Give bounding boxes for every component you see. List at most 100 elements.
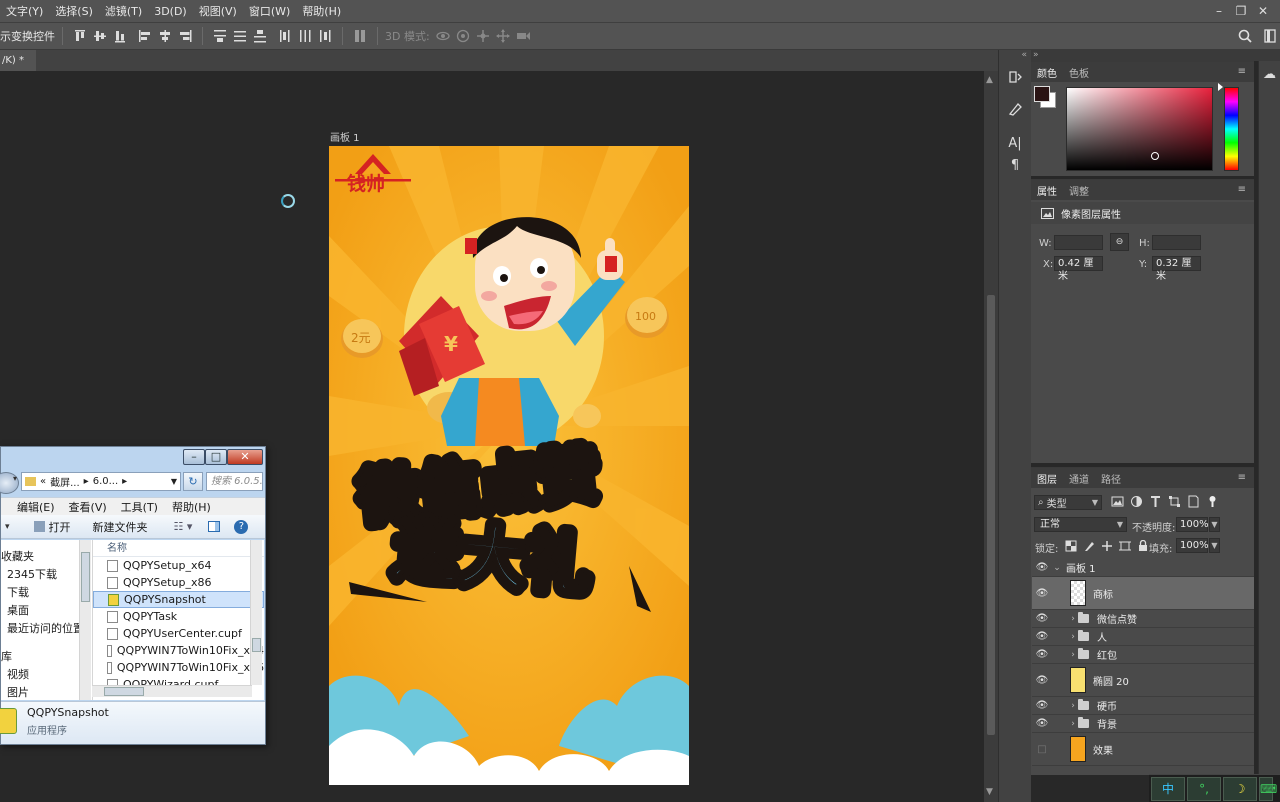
layer-filter-select[interactable]: ⌕ 类型 ▼ bbox=[1034, 495, 1102, 510]
tree-scrollbar-thumb[interactable] bbox=[81, 552, 90, 602]
visibility-eye-icon[interactable]: 👁 bbox=[1032, 700, 1052, 711]
file-list-scrollbar[interactable] bbox=[250, 540, 262, 685]
filter-shape-icon[interactable] bbox=[1168, 495, 1181, 508]
address-bar[interactable]: « 截屏... ▸ 6.0... ▸ ▼ bbox=[21, 472, 181, 491]
close-button[interactable]: ✕ bbox=[1252, 2, 1274, 20]
ime-halfwidth-toggle[interactable]: ☽ bbox=[1223, 776, 1257, 801]
restore-button[interactable]: ❐ bbox=[1230, 2, 1252, 20]
align-hcenter-icon[interactable] bbox=[156, 27, 174, 45]
align-left-icon[interactable] bbox=[136, 27, 154, 45]
opacity-dropdown-icon[interactable]: ▼ bbox=[1209, 517, 1220, 532]
fill-dropdown-icon[interactable]: ▼ bbox=[1209, 538, 1220, 553]
filter-smart-object-icon[interactable] bbox=[1187, 495, 1200, 508]
file-row[interactable]: QQPYWIN7ToWin10Fix_x86 bbox=[93, 659, 264, 676]
visibility-eye-icon[interactable]: 👁 bbox=[1032, 613, 1052, 624]
ime-chinese-toggle[interactable]: 中 bbox=[1151, 776, 1185, 801]
panel-menu-icon[interactable]: ≡ bbox=[1238, 66, 1246, 77]
visibility-eye-icon[interactable]: 👁 bbox=[1032, 588, 1052, 599]
visibility-eye-icon[interactable]: 👁 bbox=[1032, 562, 1052, 573]
visibility-eye-icon[interactable]: 👁 bbox=[1032, 649, 1052, 660]
lock-all-icon[interactable] bbox=[1137, 540, 1149, 552]
chevron-right-icon[interactable]: › bbox=[1068, 650, 1078, 660]
menu-select[interactable]: 选择(S) bbox=[49, 3, 99, 19]
file-row[interactable]: QQPYTask bbox=[93, 608, 264, 625]
y-position-field[interactable]: 0.32 厘米 bbox=[1152, 256, 1201, 282]
file-row[interactable]: QQPYSetup_x86 bbox=[93, 574, 264, 591]
3d-slide-icon[interactable] bbox=[494, 27, 512, 45]
layer-row-logo[interactable]: 👁 商标 bbox=[1032, 577, 1254, 610]
visibility-empty-box[interactable]: □ bbox=[1032, 744, 1052, 755]
show-transform-controls-label[interactable]: 示变换控件 bbox=[0, 28, 55, 44]
visibility-eye-icon[interactable]: 👁 bbox=[1032, 718, 1052, 729]
breadcrumb-item[interactable]: 截屏... bbox=[50, 474, 80, 489]
color-field[interactable] bbox=[1066, 87, 1213, 171]
search-box[interactable]: 搜索 6.0.5... bbox=[206, 472, 263, 491]
hue-slider[interactable] bbox=[1224, 87, 1239, 171]
fill-field[interactable]: 100% bbox=[1176, 538, 1209, 553]
tab-adjustments[interactable]: 调整 bbox=[1069, 183, 1089, 198]
file-row[interactable]: QQPYWIN7ToWin10Fix_x64 bbox=[93, 642, 264, 659]
filter-pixel-icon[interactable] bbox=[1111, 495, 1124, 508]
paragraph-icon[interactable]: ¶ bbox=[1001, 154, 1029, 178]
3d-roll-icon[interactable] bbox=[454, 27, 472, 45]
distribute-hcenter-icon[interactable] bbox=[296, 27, 314, 45]
chevron-down-icon[interactable]: ▼ bbox=[171, 477, 177, 486]
chevron-right-icon[interactable]: › bbox=[1068, 701, 1078, 711]
distribute-left-icon[interactable] bbox=[276, 27, 294, 45]
visibility-eye-icon[interactable]: 👁 bbox=[1032, 675, 1052, 686]
scroll-down-icon[interactable]: ▼ bbox=[986, 787, 993, 797]
preview-pane-icon[interactable] bbox=[208, 521, 221, 532]
panel-menu-icon[interactable]: ≡ bbox=[1238, 184, 1246, 195]
filter-type-icon[interactable] bbox=[1149, 495, 1162, 508]
tab-layers[interactable]: 图层 bbox=[1037, 471, 1057, 486]
align-top-icon[interactable] bbox=[71, 27, 89, 45]
tab-paths[interactable]: 路径 bbox=[1101, 471, 1121, 486]
filter-toggle-icon[interactable] bbox=[1206, 495, 1219, 508]
minimize-button[interactable]: – bbox=[1208, 2, 1230, 20]
layer-row-ellipse[interactable]: 👁 椭圆 20 bbox=[1032, 664, 1254, 697]
view-options-icon[interactable]: ☷ ▾ bbox=[174, 520, 193, 533]
brush-preset-icon[interactable] bbox=[1001, 100, 1029, 124]
menu-help[interactable]: 帮助(H) bbox=[172, 499, 211, 515]
breadcrumb-item[interactable]: 6.0... bbox=[93, 476, 118, 487]
layer-row-coins-group[interactable]: 👁 › 硬币 bbox=[1032, 697, 1254, 715]
menu-view[interactable]: 查看(V) bbox=[69, 499, 107, 515]
explorer-minimize-button[interactable]: – bbox=[183, 449, 205, 465]
distribute-vcenter-icon[interactable] bbox=[231, 27, 249, 45]
ime-keyboard-icon[interactable]: ⌨ bbox=[1259, 776, 1277, 801]
filter-adjustment-icon[interactable] bbox=[1130, 495, 1143, 508]
tab-swatches[interactable]: 色板 bbox=[1069, 65, 1089, 80]
document-tab[interactable]: /K) * × bbox=[0, 50, 36, 87]
menu-tools[interactable]: 工具(T) bbox=[121, 499, 158, 515]
file-list-scrollbar-thumb[interactable] bbox=[252, 638, 261, 652]
tab-channels[interactable]: 通道 bbox=[1069, 471, 1089, 486]
lock-artboard-icon[interactable] bbox=[1119, 540, 1131, 552]
visibility-eye-icon[interactable]: 👁 bbox=[1032, 631, 1052, 642]
width-field[interactable] bbox=[1054, 235, 1103, 250]
chevron-right-icon[interactable]: › bbox=[1068, 632, 1078, 642]
new-folder-button[interactable]: 新建文件夹 bbox=[93, 519, 148, 535]
history-icon[interactable] bbox=[1001, 68, 1029, 92]
auto-align-icon[interactable] bbox=[351, 27, 369, 45]
file-row[interactable]: QQPYUserCenter.cupf bbox=[93, 625, 264, 642]
panel-collapse-bar[interactable]: » bbox=[1031, 50, 1280, 61]
libraries-icon[interactable]: ☁ bbox=[1259, 67, 1280, 82]
x-position-field[interactable]: 0.42 厘米 bbox=[1054, 256, 1103, 282]
3d-orbit-icon[interactable] bbox=[434, 27, 452, 45]
layer-row-headline-group[interactable]: 👁 › 微信点赞 bbox=[1032, 610, 1254, 628]
chevron-right-icon[interactable]: › bbox=[1068, 614, 1078, 624]
layer-row-envelope-group[interactable]: 👁 › 红包 bbox=[1032, 646, 1254, 664]
menu-help[interactable]: 帮助(H) bbox=[296, 3, 347, 19]
breadcrumb-overflow[interactable]: « bbox=[40, 476, 46, 487]
foreground-color-swatch[interactable] bbox=[1034, 86, 1050, 102]
tree-scrollbar[interactable] bbox=[79, 540, 91, 700]
menu-view[interactable]: 视图(V) bbox=[193, 3, 243, 19]
file-list-hscrollbar[interactable] bbox=[92, 685, 252, 697]
tab-properties[interactable]: 属性 bbox=[1037, 183, 1057, 198]
layer-row-effect[interactable]: □ 效果 bbox=[1032, 733, 1254, 766]
artboard-canvas[interactable]: 钱帅 2元 100 ¥ 微信点赞 微信点赞 送大礼 送大礼 bbox=[329, 146, 689, 785]
menu-3d[interactable]: 3D(D) bbox=[148, 5, 193, 18]
lock-position-icon[interactable] bbox=[1101, 540, 1113, 552]
file-row[interactable]: QQPYSetup_x64 bbox=[93, 557, 264, 574]
color-picker-cursor[interactable] bbox=[1151, 152, 1159, 160]
